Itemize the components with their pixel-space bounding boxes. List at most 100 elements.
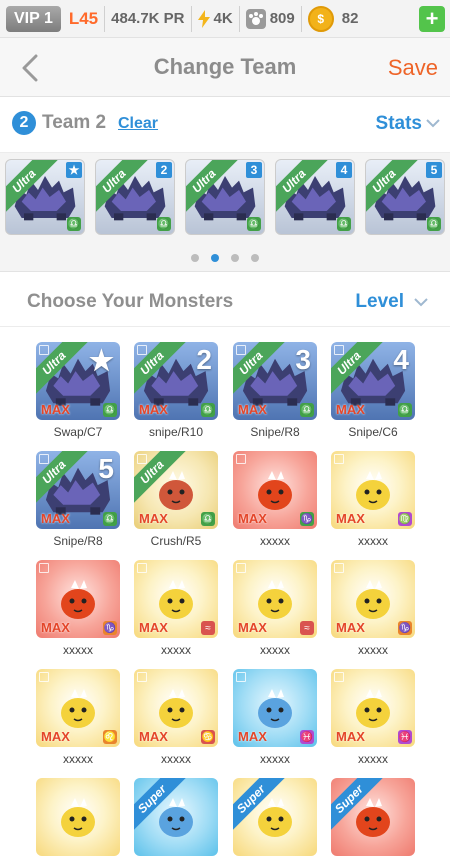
- team-slot[interactable]: Ultra 5 ♎: [365, 159, 445, 235]
- monster-card[interactable]: MAX ≈ xxxxx: [134, 560, 218, 657]
- team-position-badge: ★: [88, 345, 114, 376]
- team-slot[interactable]: Ultra 3 ♎: [185, 159, 265, 235]
- libra-sign-icon: ♎: [427, 217, 441, 231]
- resource-bar: VIP 1 L45 484.7K PR 4K 809 $ 82 +: [0, 0, 450, 38]
- monster-card[interactable]: Ultra 5 MAX ♎ Snipe/R8: [36, 451, 120, 548]
- sort-dropdown[interactable]: Level: [355, 291, 404, 313]
- monster-tile[interactable]: MAX ♋: [134, 669, 218, 747]
- monster-name: xxxxx: [260, 643, 290, 657]
- monster-tile[interactable]: MAX ♍: [331, 451, 415, 529]
- section-title: Choose Your Monsters: [27, 291, 234, 312]
- monster-card[interactable]: MAX ♋ xxxxx: [134, 669, 218, 766]
- monster-name: xxxxx: [260, 752, 290, 766]
- level-max-label: MAX: [238, 729, 267, 744]
- monster-card[interactable]: MAX ♑ xxxxx: [36, 560, 120, 657]
- gold[interactable]: $ 82: [307, 5, 358, 32]
- monster-icon: [258, 471, 292, 510]
- monster-tile[interactable]: Ultra MAX ♎: [134, 451, 218, 529]
- monster-name: xxxxx: [161, 752, 191, 766]
- team-slot[interactable]: Ultra 4 ♎: [275, 159, 355, 235]
- monster-tile[interactable]: Ultra 3 MAX ♎: [233, 342, 317, 420]
- zodiac-sign-icon: ♑: [300, 512, 314, 526]
- clear-team-button[interactable]: Clear: [118, 115, 158, 133]
- monster-tile[interactable]: MAX ♑: [36, 560, 120, 638]
- zodiac-sign-icon: ♎: [201, 403, 215, 417]
- monster-tile[interactable]: MAX ♓: [233, 669, 317, 747]
- energy[interactable]: 4K: [197, 9, 233, 28]
- monster-tile[interactable]: MAX ≈: [134, 560, 218, 638]
- monster-icon: [258, 580, 292, 619]
- monster-card[interactable]: [36, 778, 120, 856]
- monster-card[interactable]: MAX ♓ xxxxx: [233, 669, 317, 766]
- monster-tile[interactable]: Super: [233, 778, 317, 856]
- level-max-label: MAX: [139, 402, 168, 417]
- zodiac-sign-icon: ♎: [300, 403, 314, 417]
- level-max-label: MAX: [336, 402, 365, 417]
- food-value: 809: [269, 10, 295, 27]
- monster-tile[interactable]: Super: [134, 778, 218, 856]
- vip-badge[interactable]: VIP 1: [6, 5, 61, 32]
- monster-name: xxxxx: [161, 643, 191, 657]
- checkbox-icon: [39, 672, 49, 682]
- monster-icon: [356, 471, 390, 510]
- libra-sign-icon: ♎: [67, 217, 81, 231]
- monster-tile[interactable]: MAX ♑: [331, 560, 415, 638]
- monster-tile[interactable]: Ultra 2 MAX ♎: [134, 342, 218, 420]
- page-dot[interactable]: [231, 254, 239, 262]
- monster-card[interactable]: MAX ≈ xxxxx: [233, 560, 317, 657]
- monster-card[interactable]: Ultra 3 MAX ♎ Snipe/R8: [233, 342, 317, 439]
- monster-card[interactable]: MAX ♓ xxxxx: [331, 669, 415, 766]
- zodiac-sign-icon: ♎: [398, 403, 412, 417]
- monster-tile[interactable]: Ultra ★ MAX ♎: [36, 342, 120, 420]
- page-dot[interactable]: [251, 254, 259, 262]
- zodiac-sign-icon: ♓: [300, 730, 314, 744]
- checkbox-icon: [334, 672, 344, 682]
- energy-value: 4K: [213, 10, 233, 27]
- monster-card[interactable]: Ultra MAX ♎ Crush/R5: [134, 451, 218, 548]
- add-gold-button[interactable]: +: [419, 6, 445, 32]
- monster-card[interactable]: Ultra 2 MAX ♎ snipe/R10: [134, 342, 218, 439]
- monster-tile[interactable]: MAX ♓: [331, 669, 415, 747]
- monster-tile[interactable]: Ultra 4 MAX ♎: [331, 342, 415, 420]
- monster-tile[interactable]: MAX ≈: [233, 560, 317, 638]
- level-max-label: MAX: [336, 511, 365, 526]
- monster-card[interactable]: MAX ♍ xxxxx: [331, 451, 415, 548]
- monster-card[interactable]: Super: [233, 778, 317, 856]
- monster-card[interactable]: MAX ♌ xxxxx: [36, 669, 120, 766]
- monster-card[interactable]: MAX ♑ xxxxx: [233, 451, 317, 548]
- monster-tile[interactable]: MAX ♌: [36, 669, 120, 747]
- monster-card[interactable]: MAX ♑ xxxxx: [331, 560, 415, 657]
- level-max-label: MAX: [238, 511, 267, 526]
- level-max-label: MAX: [41, 402, 70, 417]
- team-slot[interactable]: Ultra ★ ♎: [5, 159, 85, 235]
- checkbox-icon: [137, 672, 147, 682]
- monster-tile[interactable]: Ultra 5 MAX ♎: [36, 451, 120, 529]
- level-max-label: MAX: [238, 402, 267, 417]
- monster-card[interactable]: Ultra 4 MAX ♎ Snipe/C6: [331, 342, 415, 439]
- save-button[interactable]: Save: [388, 55, 438, 81]
- page-dot[interactable]: [191, 254, 199, 262]
- level-max-label: MAX: [139, 511, 168, 526]
- monster-card[interactable]: Super: [134, 778, 218, 856]
- monster-tile[interactable]: [36, 778, 120, 856]
- level-max-label: MAX: [336, 620, 365, 635]
- food[interactable]: 809: [245, 8, 295, 29]
- stats-dropdown[interactable]: Stats: [376, 113, 422, 135]
- zodiac-sign-icon: ♎: [201, 512, 215, 526]
- divider: [300, 5, 302, 32]
- monster-card[interactable]: Ultra ★ MAX ♎ Swap/C7: [36, 342, 120, 439]
- team-slot[interactable]: Ultra 2 ♎: [95, 159, 175, 235]
- monster-tile[interactable]: MAX ♑: [233, 451, 317, 529]
- zodiac-sign-icon: ♑: [103, 621, 117, 635]
- chevron-down-icon[interactable]: [426, 119, 440, 128]
- monster-tile[interactable]: Super: [331, 778, 415, 856]
- monster-card[interactable]: Super: [331, 778, 415, 856]
- monster-name: xxxxx: [260, 534, 290, 548]
- monster-icon: [61, 689, 95, 728]
- page-dot[interactable]: [211, 254, 219, 262]
- chevron-down-icon[interactable]: [414, 298, 428, 307]
- slot-position-badge: 3: [246, 162, 262, 178]
- zodiac-sign-icon: ♍: [398, 512, 412, 526]
- monster-icon: [159, 689, 193, 728]
- checkbox-icon: [236, 454, 246, 464]
